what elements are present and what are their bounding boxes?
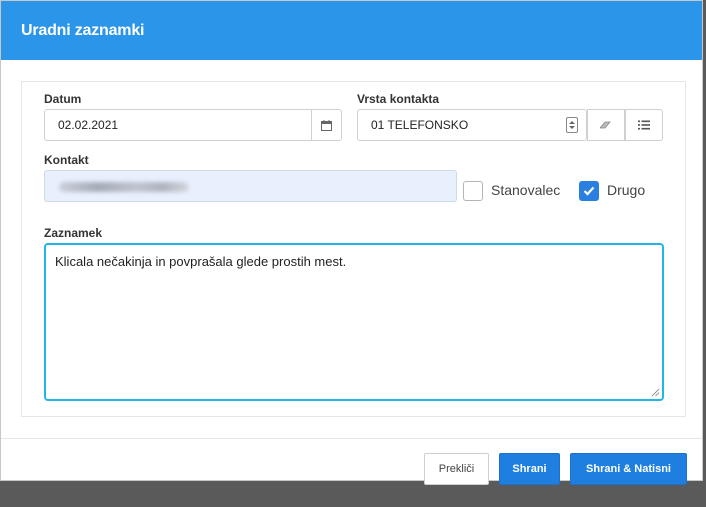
- footer-divider: [1, 438, 702, 439]
- checkbox-drugo-label: Drugo: [607, 182, 646, 198]
- dialog-header: Uradni zaznamki: [1, 1, 702, 60]
- save-button[interactable]: Shrani: [499, 453, 560, 485]
- contact-type-input[interactable]: 01 TELEFONSKO: [357, 109, 587, 141]
- dialog: Uradni zaznamki Datum 02.02.2021 Vrsta k…: [0, 0, 703, 485]
- spinner-icon[interactable]: [566, 117, 578, 133]
- redacted-contact-value: [59, 182, 189, 192]
- contact-type-value: 01 TELEFONSKO: [371, 118, 469, 132]
- note-text: Klicala nečakinja in povprašala glede pr…: [55, 254, 347, 269]
- date-label: Datum: [44, 92, 82, 106]
- checkmark-icon: [583, 186, 595, 196]
- calendar-icon: [321, 119, 332, 131]
- contact-type-label: Vrsta kontakta: [357, 92, 440, 106]
- note-label: Zaznamek: [44, 226, 103, 240]
- checkbox-drugo[interactable]: [579, 181, 599, 201]
- date-value: 02.02.2021: [58, 118, 119, 132]
- list-button[interactable]: [625, 109, 663, 141]
- cancel-button[interactable]: Prekliči: [424, 453, 489, 485]
- checkbox-stanovalec[interactable]: [463, 181, 483, 201]
- note-textarea[interactable]: Klicala nečakinja in povprašala glede pr…: [44, 243, 664, 401]
- resize-handle-icon[interactable]: [651, 388, 660, 397]
- checkbox-stanovalec-label: Stanovalec: [491, 182, 561, 198]
- eraser-icon: [600, 121, 611, 129]
- calendar-button[interactable]: [311, 110, 341, 140]
- date-input[interactable]: 02.02.2021: [44, 109, 342, 141]
- dialog-title: Uradni zaznamki: [21, 22, 145, 39]
- contact-label: Kontakt: [44, 153, 89, 167]
- list-icon: [638, 120, 650, 130]
- contact-input[interactable]: [44, 170, 457, 202]
- save-print-button[interactable]: Shrani & Natisni: [570, 453, 687, 485]
- clear-button[interactable]: [587, 109, 625, 141]
